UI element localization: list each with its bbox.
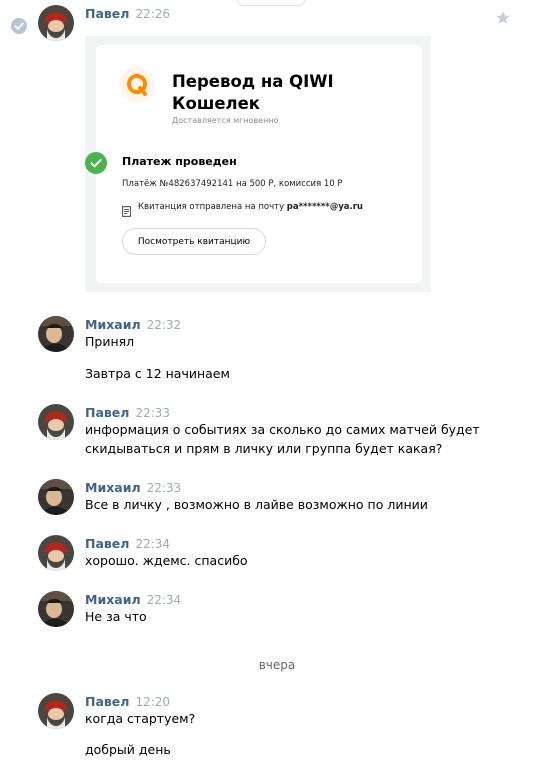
document-icon (122, 202, 131, 217)
avatar[interactable] (38, 591, 74, 627)
avatar[interactable] (38, 693, 74, 729)
author-name[interactable]: Павел (85, 536, 129, 551)
message-time[interactable]: 22:33 (147, 481, 182, 495)
message-text: Принял (85, 334, 135, 349)
message-time[interactable]: 22:26 (135, 7, 170, 21)
receipt-email: pa*******@ya.ru (286, 202, 363, 212)
avatar[interactable] (38, 535, 74, 571)
message-text: информация о событиях за сколько до сами… (85, 422, 480, 437)
message-time[interactable]: 22:32 (147, 318, 182, 332)
author-name[interactable]: Михаил (85, 480, 141, 495)
card-title-line: Кошелек (172, 94, 261, 113)
author-name[interactable]: Павел (85, 405, 129, 420)
payment-detail: Платёж №482637492141 на 500 Р, комиссия … (122, 179, 343, 189)
avatar[interactable] (38, 404, 74, 440)
message-header: Павел 12:20 (85, 693, 170, 710)
author-name[interactable]: Павел (85, 6, 129, 21)
message-header: Павел 22:34 (85, 535, 170, 552)
card-title: Перевод на QIWI Кошелек (172, 71, 334, 115)
message-time[interactable]: 22:34 (147, 593, 182, 607)
date-divider: вчера (258, 658, 296, 672)
message-header: Михаил 22:32 (85, 316, 181, 333)
avatar[interactable] (38, 316, 74, 352)
message-header: Павел 22:33 (85, 404, 170, 421)
message-time[interactable]: 12:20 (135, 695, 170, 709)
author-name[interactable]: Михаил (85, 317, 141, 332)
author-name[interactable]: Павел (85, 694, 129, 709)
avatar[interactable] (38, 5, 74, 41)
message-text: Завтра с 12 начинаем (85, 366, 230, 381)
check-icon (85, 152, 107, 174)
card-subtitle: Доставляется мгновенно (172, 116, 279, 125)
star-icon[interactable] (494, 9, 512, 27)
payment-status: Платеж проведен (122, 155, 237, 168)
qiwi-logo-icon (119, 67, 155, 103)
receipt-info: Квитанция отправлена на почту pa*******@… (138, 202, 363, 212)
message-header: Михаил 22:33 (85, 479, 181, 496)
qiwi-card[interactable]: Перевод на QIWI Кошелек Доставляется мгн… (85, 45, 422, 283)
view-receipt-button[interactable]: Посмотреть квитанцию (122, 228, 266, 255)
message-time[interactable]: 22:34 (135, 537, 170, 551)
message-header: Павел 22:26 (85, 5, 170, 22)
message-text: Все в личку , возможно в лайве возможно … (85, 497, 428, 512)
author-name[interactable]: Михаил (85, 592, 141, 607)
message-text: хорошо. ждемс. спасибо (85, 553, 248, 568)
message-text: Не за что (85, 609, 147, 624)
receipt-text: Квитанция отправлена на почту (138, 202, 285, 212)
top-pill (236, 0, 306, 6)
message-header: Михаил 22:34 (85, 591, 181, 608)
message-time[interactable]: 22:33 (135, 406, 170, 420)
avatar[interactable] (38, 479, 74, 515)
qiwi-attachment: Перевод на QIWI Кошелек Доставляется мгн… (85, 36, 431, 292)
message-text: когда стартуем? (85, 711, 196, 726)
message-text: скидываться и прям в личку или группа бу… (85, 441, 443, 456)
message-text: добрый день (85, 742, 171, 757)
check-circle-icon[interactable] (11, 18, 27, 34)
card-title-line: Перевод на QIWI (172, 72, 334, 91)
